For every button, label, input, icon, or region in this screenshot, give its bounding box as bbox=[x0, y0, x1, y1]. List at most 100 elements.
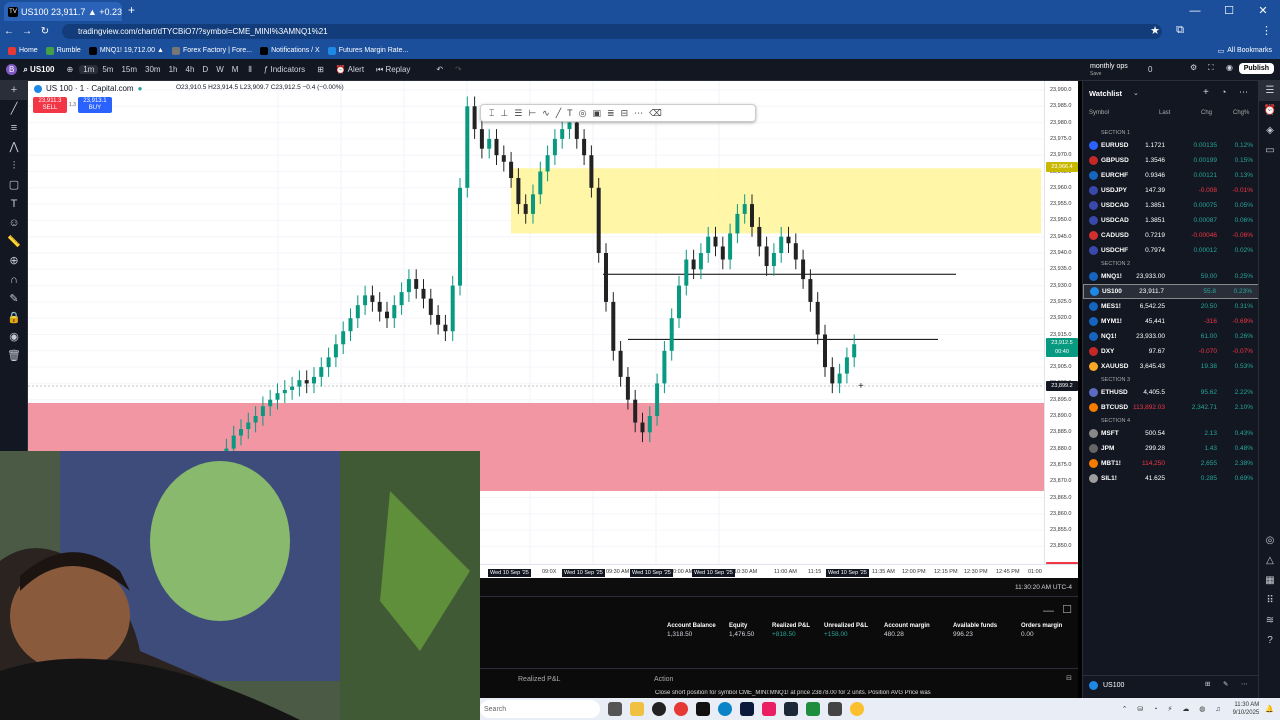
layers-widget-icon[interactable]: ◈ bbox=[1259, 121, 1280, 141]
forward-icon[interactable]: → bbox=[18, 26, 36, 37]
templates-icon[interactable]: ⊞ bbox=[311, 65, 330, 74]
sheets-icon[interactable] bbox=[806, 702, 820, 716]
file-explorer-icon[interactable] bbox=[630, 702, 644, 716]
apps-widget-icon[interactable]: ⠿ bbox=[1259, 591, 1280, 611]
column-header-chgpct[interactable]: Chg% bbox=[1233, 110, 1249, 116]
hline-tool-icon[interactable]: ⊢ bbox=[528, 108, 536, 119]
fib-icon[interactable]: ≡ bbox=[0, 119, 28, 138]
watchlist-row[interactable]: USDCAD 1.3851 0.00087 0.06% bbox=[1083, 213, 1259, 228]
timeframe-1m[interactable]: 1m bbox=[79, 65, 99, 74]
replay-button[interactable]: ⏮ Replay bbox=[370, 65, 416, 75]
forecast-icon[interactable]: ⫶ bbox=[0, 157, 28, 176]
chevron-down-icon[interactable]: ⌄ bbox=[1133, 89, 1139, 97]
notifications-icon[interactable]: 🔔 bbox=[1265, 705, 1274, 713]
steam-icon[interactable] bbox=[784, 702, 798, 716]
bookmark-home[interactable]: Home bbox=[8, 46, 38, 55]
crosshair-icon[interactable]: + bbox=[0, 81, 28, 100]
trendline-icon[interactable]: ╱ bbox=[0, 100, 28, 119]
watchlist-row[interactable]: DXY 97.67 -0.070 -0.07% bbox=[1083, 344, 1259, 359]
watchlist-title[interactable]: Watchlist bbox=[1089, 89, 1122, 98]
footer-symbol[interactable]: US100 bbox=[1103, 682, 1124, 689]
watchlist-row[interactable]: ETHUSD 4,405.5 95.62 2.22% bbox=[1083, 385, 1259, 400]
watchlist-row[interactable]: MNQ1! 23,933.00 59.00 0.25% bbox=[1083, 269, 1259, 284]
list-tool-icon[interactable]: ≣ bbox=[607, 108, 615, 119]
user-avatar[interactable]: B bbox=[6, 64, 18, 75]
bookmark-notifications[interactable]: Notifications / X bbox=[260, 46, 320, 55]
eye-icon[interactable]: ◉ bbox=[0, 328, 28, 347]
browser-tab[interactable]: TV US100 23,911.7 ▲ +0.23% mon ✕ bbox=[4, 2, 122, 21]
text-icon[interactable]: T bbox=[0, 195, 28, 214]
watchlist-row[interactable]: MBT1! 114,250 2,655 2.38% bbox=[1083, 456, 1259, 471]
watchlist-widget-icon[interactable]: ☰ bbox=[1259, 81, 1280, 101]
watchlist-row[interactable]: MES1! 6,542.25 20.50 0.31% bbox=[1083, 299, 1259, 314]
reload-icon[interactable]: ↻ bbox=[36, 26, 54, 37]
timeframe-15m[interactable]: 15m bbox=[117, 65, 141, 74]
watchlist-row[interactable]: EURCHF 0.9346 0.00121 0.13% bbox=[1083, 168, 1259, 183]
redo-icon[interactable]: ↷ bbox=[449, 65, 468, 74]
timeframe-1h[interactable]: 1h bbox=[165, 65, 182, 74]
maximize-panel-icon[interactable]: ☐ bbox=[1062, 603, 1072, 616]
timeframe-4h[interactable]: 4h bbox=[182, 65, 199, 74]
bookmark-mnq[interactable]: MNQ1! 19,712.00 ▲ bbox=[88, 46, 164, 55]
url-field[interactable]: tradingview.com/chart/dTYCBiO7/?symbol=C… bbox=[62, 24, 1162, 39]
template-tool-icon[interactable]: ⊟ bbox=[621, 108, 629, 119]
realized-pnl-tab[interactable]: Realized P&L bbox=[518, 676, 560, 683]
all-bookmarks[interactable]: ▭ All Bookmarks bbox=[1218, 47, 1272, 55]
watchlist-row[interactable]: SIL1! 41.625 0.285 0.69% bbox=[1083, 471, 1259, 486]
bookmark-star-icon[interactable]: ★ bbox=[1150, 24, 1160, 37]
watchlist-row[interactable]: USDCHF 0.7974 0.00012 0.02% bbox=[1083, 243, 1259, 258]
watchlist-section-header[interactable]: SECTION 2 bbox=[1083, 258, 1259, 269]
new-tab-button[interactable]: + bbox=[128, 3, 135, 17]
column-header-symbol[interactable]: Symbol bbox=[1089, 110, 1109, 116]
menu-dots-icon[interactable]: ⋮ bbox=[1261, 24, 1272, 37]
more-tool-icon[interactable]: ⋯ bbox=[634, 108, 643, 119]
panel-settings-icon[interactable]: ⊟ bbox=[1066, 674, 1072, 682]
watchlist-row[interactable]: EURUSD 1.1721 0.00135 0.12% bbox=[1083, 138, 1259, 153]
help-widget-icon[interactable]: ? bbox=[1259, 631, 1280, 651]
indicators-button[interactable]: ƒ Indicators bbox=[258, 65, 311, 74]
wave-tool-icon[interactable]: ∿ bbox=[542, 108, 550, 119]
rect-tool-icon[interactable]: ▣ bbox=[593, 108, 602, 119]
back-icon[interactable]: ← bbox=[0, 26, 18, 37]
buy-button[interactable]: 23,913.1 BUY bbox=[77, 97, 112, 113]
edge-icon[interactable] bbox=[718, 702, 732, 716]
notion-icon[interactable] bbox=[696, 702, 710, 716]
chrome-beta-icon[interactable] bbox=[674, 702, 688, 716]
footer-more-icon[interactable]: ⋯ bbox=[1241, 680, 1248, 688]
extensions-icon[interactable]: ⧉ bbox=[1176, 24, 1184, 37]
undo-icon[interactable]: ↶ bbox=[430, 65, 449, 74]
add-symbol-icon[interactable]: + bbox=[1203, 87, 1209, 98]
obs-icon[interactable] bbox=[652, 702, 666, 716]
watchlist-row[interactable]: GBPUSD 1.3546 0.00199 0.15% bbox=[1083, 153, 1259, 168]
price-scale[interactable]: 23,990.0 23,985.0 23,980.0 23,975.0 23,970.0… bbox=[1044, 81, 1078, 572]
alert-button[interactable]: ⏰ Alert bbox=[330, 65, 370, 74]
watchlist-row[interactable]: MYM1! 45,441 -316 -0.69% bbox=[1083, 314, 1259, 329]
watchlist-more-icon[interactable]: ⋯ bbox=[1239, 87, 1248, 98]
text-tool-icon[interactable]: T bbox=[567, 108, 573, 118]
alerts-widget-icon[interactable]: ⏰ bbox=[1259, 101, 1280, 121]
cursor-tool-icon[interactable]: ⌶ bbox=[489, 108, 494, 119]
watchlist-layout-icon[interactable]: ◔ bbox=[1221, 87, 1226, 97]
action-tab[interactable]: Action bbox=[654, 676, 673, 683]
chrome-icon[interactable] bbox=[850, 702, 864, 716]
maximize-icon[interactable]: ☐ bbox=[1212, 0, 1246, 21]
line-tool-icon[interactable]: ⊥ bbox=[500, 108, 508, 119]
magnet-icon[interactable]: ∩ bbox=[0, 271, 28, 290]
watchlist-section-header[interactable]: SECTION 3 bbox=[1083, 374, 1259, 385]
ruler-icon[interactable]: 📏 bbox=[0, 233, 28, 252]
watchlist-row[interactable]: XAUUSD 3,645.43 19.38 0.53% bbox=[1083, 359, 1259, 374]
settings-gear-icon[interactable]: ⚙ bbox=[1190, 63, 1197, 72]
footer-grid-icon[interactable]: ⊞ bbox=[1205, 680, 1210, 688]
watchlist-row[interactable]: CADUSD 0.7219 -0.00046 -0.06% bbox=[1083, 228, 1259, 243]
watchlist-row[interactable]: NQ1! 23,933.00 61.00 0.26% bbox=[1083, 329, 1259, 344]
taskbar-clock[interactable]: 11:30 AM 9/10/2025 bbox=[1233, 701, 1260, 717]
footer-edit-icon[interactable]: ✎ bbox=[1223, 680, 1228, 688]
column-header-last[interactable]: Last bbox=[1159, 110, 1170, 116]
task-view-icon[interactable] bbox=[608, 702, 622, 716]
ideas-widget-icon[interactable]: ◎ bbox=[1259, 531, 1280, 551]
symbol-search[interactable]: ⌕ US100 bbox=[17, 65, 60, 75]
photoshop-icon[interactable] bbox=[740, 702, 754, 716]
layout-name[interactable]: monthly ops Save bbox=[1090, 63, 1128, 78]
signal-widget-icon[interactable]: ≋ bbox=[1259, 611, 1280, 631]
column-header-chg[interactable]: Chg bbox=[1201, 110, 1212, 116]
